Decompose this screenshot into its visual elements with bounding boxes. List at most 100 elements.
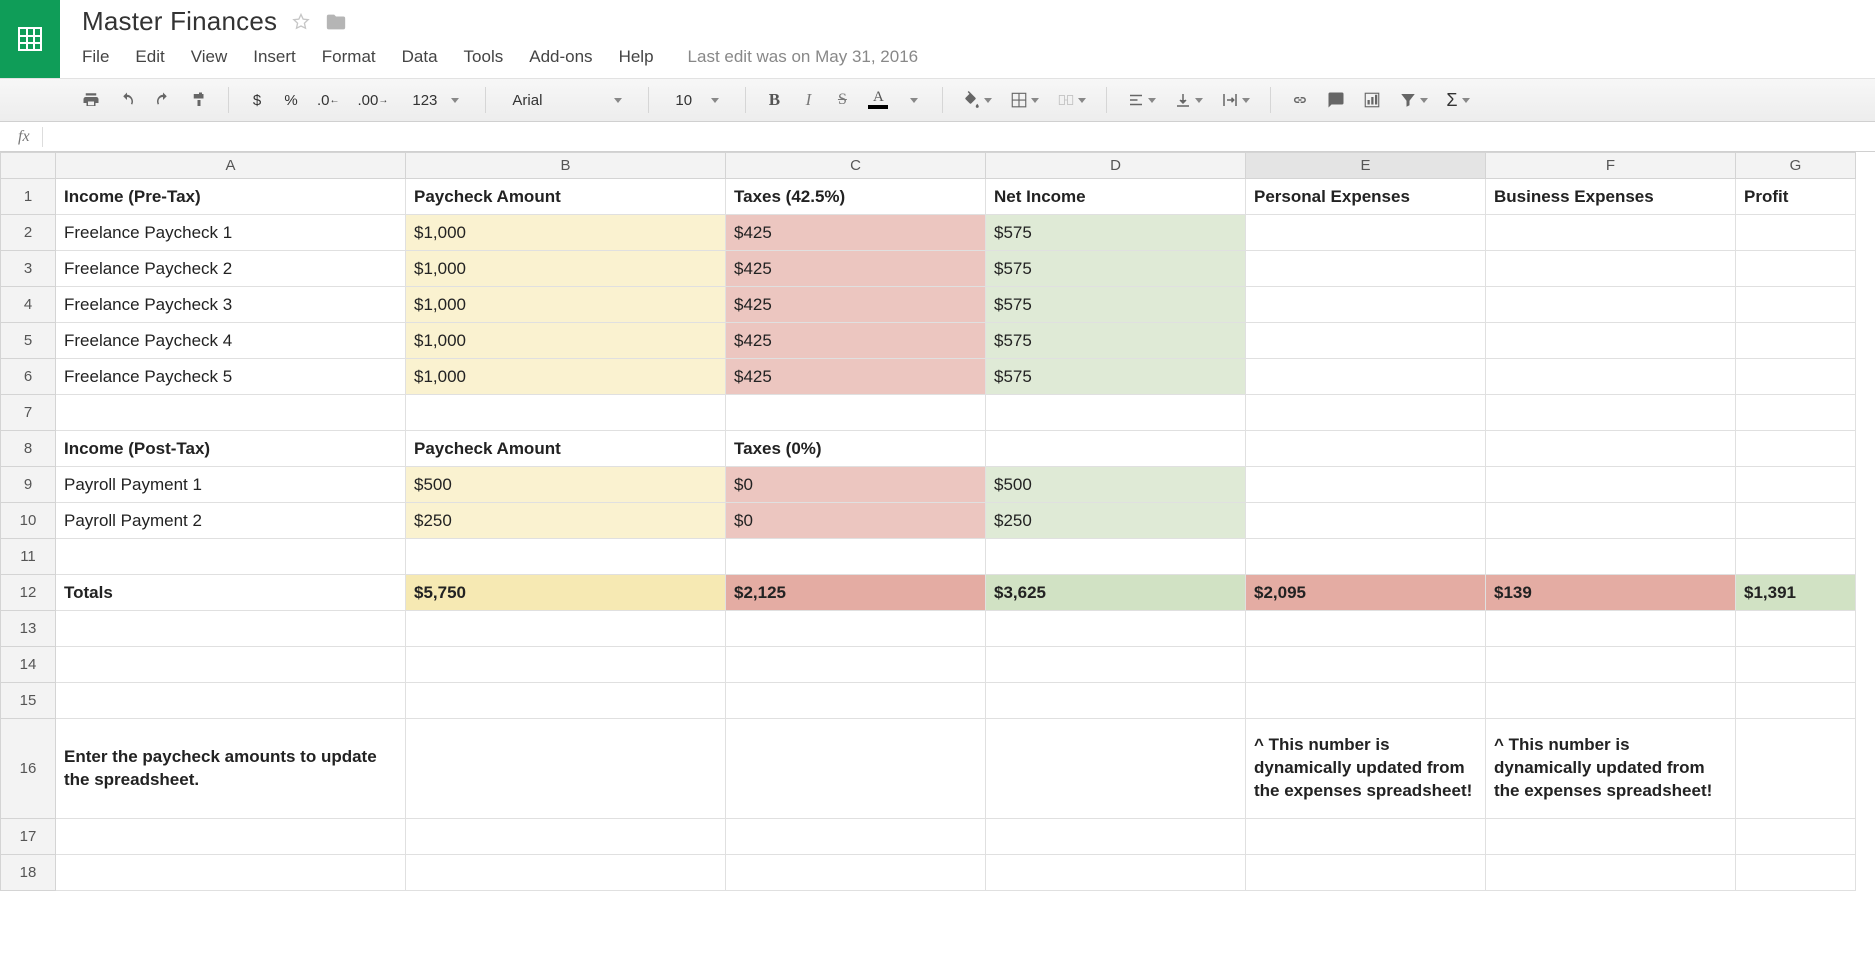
cell[interactable] <box>1486 647 1736 683</box>
cell[interactable]: $1,000 <box>406 287 726 323</box>
functions-icon[interactable]: Σ <box>1442 86 1473 114</box>
format-percent[interactable]: % <box>279 86 303 114</box>
undo-icon[interactable] <box>114 86 140 114</box>
cell[interactable] <box>1246 215 1486 251</box>
cell[interactable] <box>986 611 1246 647</box>
row-header[interactable]: 6 <box>1 359 56 395</box>
row-header[interactable]: 5 <box>1 323 56 359</box>
cell[interactable] <box>1246 467 1486 503</box>
cell[interactable]: Enter the paycheck amounts to update the… <box>56 719 406 819</box>
cell[interactable] <box>56 855 406 891</box>
fill-color-icon[interactable] <box>959 86 996 114</box>
cell[interactable] <box>1246 647 1486 683</box>
horizontal-align-icon[interactable] <box>1123 86 1160 114</box>
cell[interactable] <box>1736 251 1856 287</box>
cell[interactable] <box>986 683 1246 719</box>
cell[interactable]: $575 <box>986 215 1246 251</box>
cell[interactable] <box>406 647 726 683</box>
format-currency[interactable]: $ <box>245 86 269 114</box>
menu-tools[interactable]: Tools <box>464 47 504 67</box>
menu-file[interactable]: File <box>82 47 109 67</box>
cell[interactable] <box>1486 819 1736 855</box>
cell[interactable] <box>1486 287 1736 323</box>
cell[interactable] <box>1736 719 1856 819</box>
cell[interactable]: Payroll Payment 2 <box>56 503 406 539</box>
col-header-A[interactable]: A <box>56 153 406 179</box>
cell[interactable] <box>726 683 986 719</box>
cell[interactable] <box>1246 503 1486 539</box>
cell[interactable] <box>1246 251 1486 287</box>
cell[interactable] <box>1736 323 1856 359</box>
cell[interactable]: Income (Post-Tax) <box>56 431 406 467</box>
cell[interactable] <box>1246 323 1486 359</box>
cell[interactable]: Taxes (42.5%) <box>726 179 986 215</box>
menu-edit[interactable]: Edit <box>135 47 164 67</box>
filter-icon[interactable] <box>1395 86 1432 114</box>
cell[interactable] <box>1246 611 1486 647</box>
cell[interactable]: Paycheck Amount <box>406 431 726 467</box>
menu-view[interactable]: View <box>191 47 228 67</box>
cell[interactable]: $3,625 <box>986 575 1246 611</box>
cell[interactable] <box>1246 359 1486 395</box>
menu-addons[interactable]: Add-ons <box>529 47 592 67</box>
cell[interactable] <box>56 683 406 719</box>
cell[interactable]: $2,125 <box>726 575 986 611</box>
cell[interactable] <box>1486 611 1736 647</box>
cell[interactable]: ^ This number is dynamically updated fro… <box>1486 719 1736 819</box>
row-header[interactable]: 7 <box>1 395 56 431</box>
cell[interactable] <box>986 719 1246 819</box>
cell[interactable]: $250 <box>986 503 1246 539</box>
cell[interactable] <box>726 855 986 891</box>
cell[interactable]: Net Income <box>986 179 1246 215</box>
text-wrap-icon[interactable] <box>1217 86 1254 114</box>
cell[interactable]: $500 <box>986 467 1246 503</box>
cell[interactable] <box>986 819 1246 855</box>
cell[interactable] <box>1736 503 1856 539</box>
cell[interactable]: Income (Pre-Tax) <box>56 179 406 215</box>
formula-input[interactable] <box>55 129 1875 145</box>
cell[interactable] <box>1736 611 1856 647</box>
row-header[interactable]: 14 <box>1 647 56 683</box>
row-header[interactable]: 8 <box>1 431 56 467</box>
cell[interactable]: Payroll Payment 1 <box>56 467 406 503</box>
cell[interactable] <box>1246 855 1486 891</box>
row-header[interactable]: 2 <box>1 215 56 251</box>
cell[interactable]: Profit <box>1736 179 1856 215</box>
cell[interactable] <box>1736 395 1856 431</box>
cell[interactable] <box>406 819 726 855</box>
cell[interactable] <box>986 431 1246 467</box>
italic-button[interactable]: I <box>796 86 820 114</box>
menu-format[interactable]: Format <box>322 47 376 67</box>
cell[interactable] <box>1486 251 1736 287</box>
cell[interactable] <box>1736 431 1856 467</box>
cell[interactable] <box>1736 647 1856 683</box>
cell[interactable] <box>1486 683 1736 719</box>
cell[interactable]: $1,000 <box>406 251 726 287</box>
row-header[interactable]: 12 <box>1 575 56 611</box>
row-header[interactable]: 9 <box>1 467 56 503</box>
decrease-decimal[interactable]: .0← <box>313 86 344 114</box>
cell[interactable] <box>1486 323 1736 359</box>
cell[interactable]: ^ This number is dynamically updated fro… <box>1246 719 1486 819</box>
cell[interactable] <box>406 683 726 719</box>
row-header[interactable]: 4 <box>1 287 56 323</box>
cell[interactable]: $425 <box>726 251 986 287</box>
bold-button[interactable]: B <box>762 86 786 114</box>
cell[interactable] <box>1736 215 1856 251</box>
print-icon[interactable] <box>78 86 104 114</box>
cell[interactable] <box>406 719 726 819</box>
cell[interactable] <box>986 855 1246 891</box>
cell[interactable] <box>1736 855 1856 891</box>
cell[interactable] <box>1486 467 1736 503</box>
cell[interactable]: $0 <box>726 467 986 503</box>
cell[interactable]: Totals <box>56 575 406 611</box>
row-header[interactable]: 18 <box>1 855 56 891</box>
strikethrough-button[interactable]: S <box>830 86 854 114</box>
cell[interactable] <box>726 719 986 819</box>
borders-icon[interactable] <box>1006 86 1043 114</box>
cell[interactable]: $139 <box>1486 575 1736 611</box>
cell[interactable]: $575 <box>986 359 1246 395</box>
cell[interactable] <box>56 395 406 431</box>
redo-icon[interactable] <box>150 86 176 114</box>
row-header[interactable]: 15 <box>1 683 56 719</box>
